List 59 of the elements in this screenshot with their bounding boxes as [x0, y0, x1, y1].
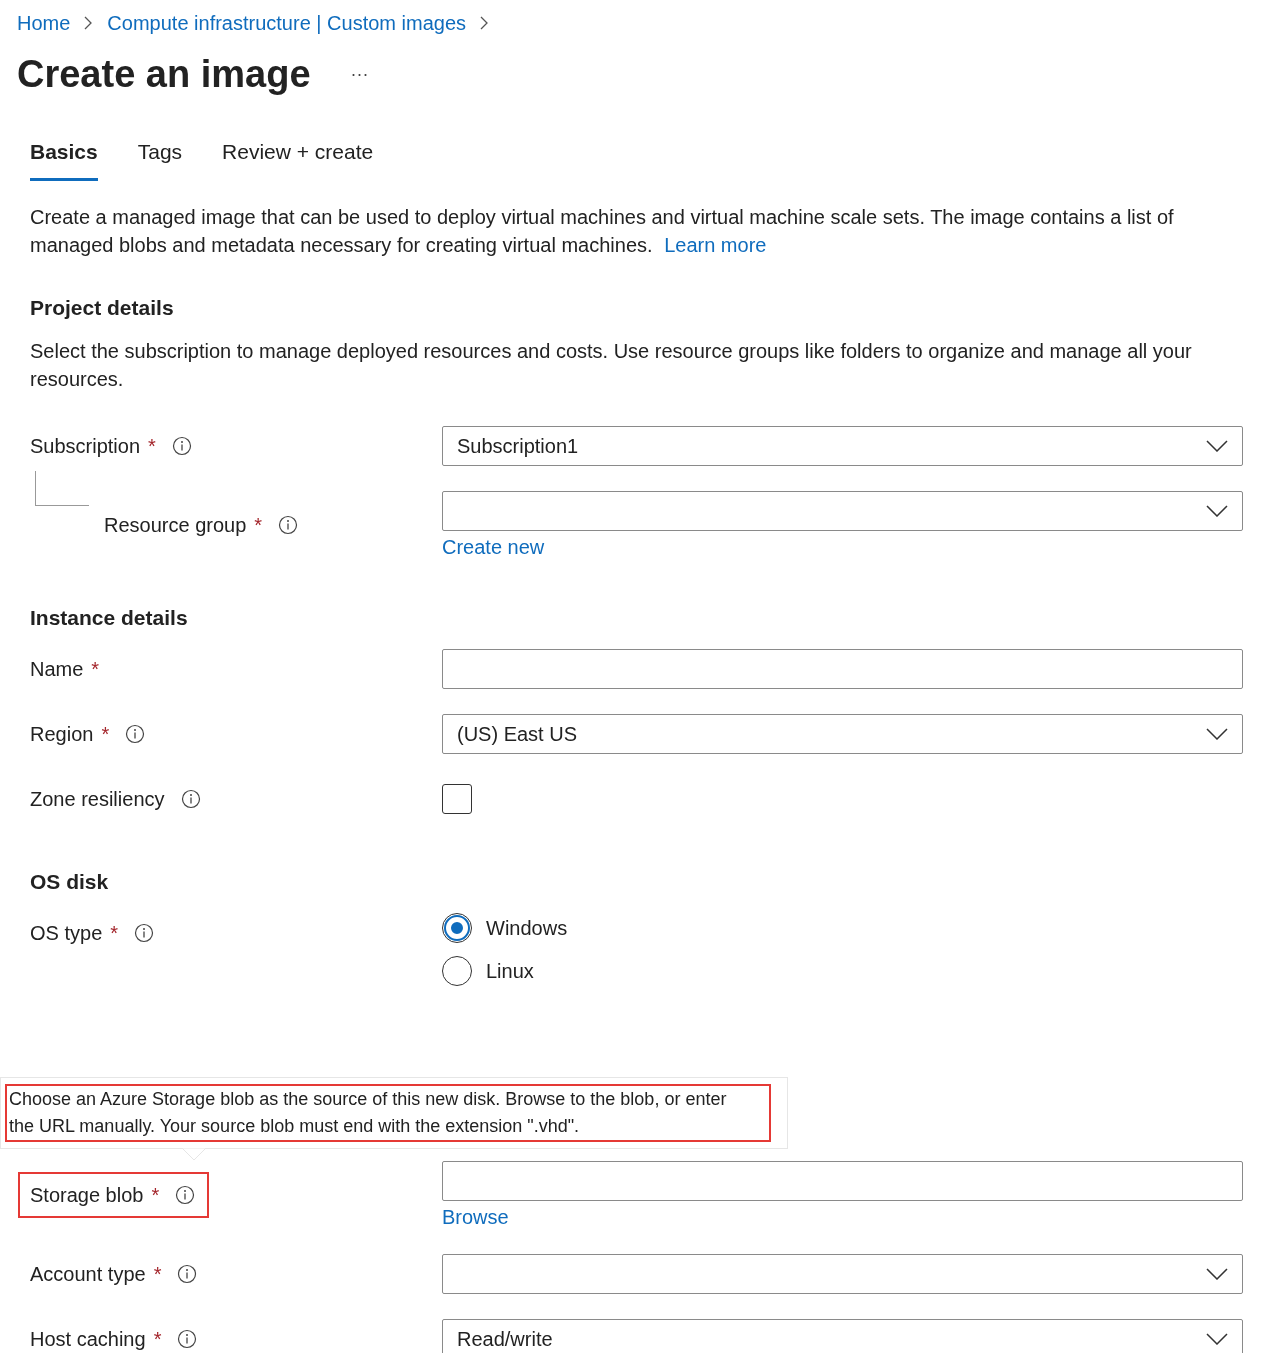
chevron-down-icon — [1206, 1267, 1228, 1280]
info-icon[interactable] — [278, 514, 299, 535]
section-description: Select the subscription to manage deployed resources and costs. Use resource groups like folders to organize and manage all your resources. — [30, 338, 1193, 392]
required-mark: * — [101, 721, 110, 747]
chevron-down-icon — [1206, 727, 1228, 740]
breadcrumb-link[interactable]: Home — [17, 8, 71, 38]
required-mark: * — [153, 1326, 162, 1352]
tab[interactable]: Basics — [30, 136, 98, 181]
field-label: Host caching — [30, 1326, 146, 1352]
checkbox[interactable] — [442, 783, 472, 814]
info-icon[interactable] — [134, 922, 155, 943]
required-mark: * — [153, 1261, 162, 1287]
dropdown[interactable] — [442, 1253, 1243, 1294]
text-field[interactable] — [442, 1160, 1243, 1201]
field-label: Subscription — [30, 433, 141, 459]
tooltip-text: Choose an Azure Storage blob as the source of this new disk. Browse to the blob, or enter the URL manually. Your source blob must end with the extension ".vhd". — [5, 1083, 771, 1142]
field-label: Account type — [30, 1261, 146, 1287]
required-mark: * — [110, 920, 119, 946]
radio-label: Windows — [486, 915, 568, 941]
chevron-right-icon — [84, 16, 94, 30]
section-heading: OS disk — [30, 868, 110, 895]
info-icon[interactable] — [171, 435, 192, 456]
dropdown[interactable]: (US) East US — [442, 713, 1243, 754]
info-icon[interactable] — [177, 1328, 198, 1349]
required-mark: * — [91, 656, 100, 682]
section-heading: Instance details — [30, 604, 189, 631]
field-label: Resource group — [104, 512, 247, 538]
info-icon[interactable] — [175, 1184, 196, 1205]
info-icon[interactable] — [125, 723, 146, 744]
link[interactable]: Browse — [442, 1204, 509, 1229]
dropdown[interactable]: Subscription1 — [442, 425, 1243, 466]
tab[interactable]: Tags — [137, 136, 183, 181]
field-label: Zone resiliency — [30, 786, 165, 812]
required-mark: * — [254, 512, 263, 538]
dropdown[interactable] — [442, 490, 1243, 531]
radio-label: Linux — [486, 958, 534, 984]
field-label: OS type — [30, 920, 103, 946]
learn-more-link[interactable]: Learn more — [664, 233, 767, 256]
chevron-down-icon — [1206, 504, 1228, 517]
field-label: Region — [30, 721, 94, 747]
field-label: Storage blob — [30, 1182, 144, 1208]
info-icon[interactable] — [177, 1263, 198, 1284]
field-label: Name — [30, 656, 84, 682]
breadcrumb-link[interactable]: Compute infrastructure | Custom images — [107, 8, 467, 38]
required-mark: * — [148, 433, 156, 459]
page-title: Create an image — [17, 52, 311, 97]
tab[interactable]: Review + create — [222, 136, 374, 181]
text-field[interactable] — [442, 648, 1243, 689]
chevron-right-icon — [480, 16, 490, 30]
tree-connector-line — [35, 470, 89, 506]
info-icon[interactable] — [180, 788, 201, 809]
section-heading: Project details — [30, 294, 175, 321]
more-button[interactable]: ··· — [350, 60, 369, 88]
required-mark: * — [151, 1182, 160, 1208]
chevron-down-icon — [1206, 439, 1228, 452]
chevron-down-icon — [1206, 1332, 1228, 1345]
link[interactable]: Create new — [442, 534, 545, 559]
intro-text: Create a managed image that can be used to deploy virtual machines and virtual machine scale sets. The image contains a list of managed blobs and metadata necessary for creating virtual machines. Learn more — [30, 204, 1175, 258]
dropdown[interactable]: Read/write — [442, 1318, 1243, 1353]
